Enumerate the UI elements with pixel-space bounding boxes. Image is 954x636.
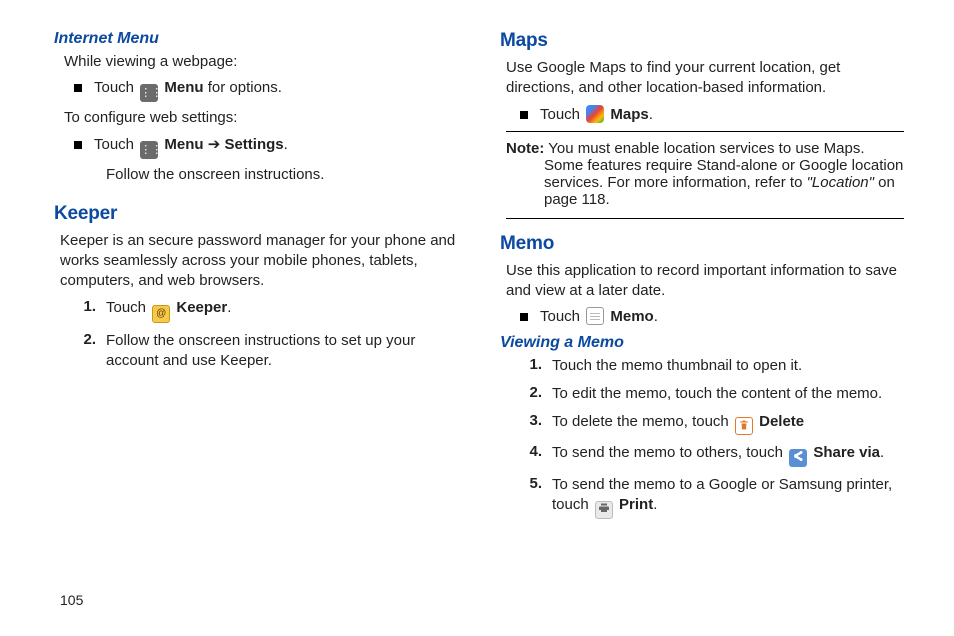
- grid-menu-icon: ⋮⋮: [140, 84, 158, 102]
- bullet-touch-menu-options: Touch ⋮⋮ Menu for options.: [74, 78, 458, 102]
- heading-internet-menu: Internet Menu: [54, 30, 458, 48]
- bullet-touch-menu-settings: Touch ⋮⋮ Menu ➔ Settings.: [74, 135, 458, 159]
- step-number: 1.: [520, 356, 542, 373]
- bullet-body: Touch Memo.: [540, 307, 904, 327]
- arrow-icon: ➔: [204, 136, 225, 153]
- heading-keeper: Keeper: [54, 203, 458, 225]
- label-keeper: Keeper: [176, 299, 227, 316]
- label-share-via: Share via: [813, 444, 880, 461]
- bullet-body: Touch Maps.: [540, 105, 904, 125]
- keeper-icon: @: [152, 305, 170, 323]
- step-1-view: 1. Touch the memo thumbnail to open it.: [520, 356, 904, 376]
- text: .: [649, 106, 653, 123]
- bullet-icon: [74, 141, 82, 149]
- text-while-viewing: While viewing a webpage:: [64, 52, 458, 72]
- step-body: To edit the memo, touch the content of t…: [552, 384, 904, 404]
- text: .: [284, 136, 288, 153]
- text: for options.: [204, 79, 282, 96]
- bullet-touch-memo: Touch Memo.: [520, 307, 904, 327]
- bullet-body: Touch ⋮⋮ Menu ➔ Settings.: [94, 135, 458, 159]
- step-number: 2.: [520, 384, 542, 401]
- step-1-keeper: 1. Touch @ Keeper.: [74, 298, 458, 323]
- step-2-keeper: 2. Follow the onscreen instructions to s…: [74, 331, 458, 372]
- step-body: Touch @ Keeper.: [106, 298, 458, 323]
- delete-icon: [735, 417, 753, 435]
- text-configure-settings: To configure web settings:: [64, 108, 458, 128]
- label-menu: Menu: [164, 79, 203, 96]
- text: .: [654, 308, 658, 325]
- text-follow-instructions: Follow the onscreen instructions.: [106, 165, 458, 185]
- bullet-touch-maps: Touch Maps.: [520, 105, 904, 125]
- step-number: 4.: [520, 443, 542, 460]
- text: Touch: [106, 299, 150, 316]
- step-number: 3.: [520, 412, 542, 429]
- step-body: Follow the onscreen instructions to set …: [106, 331, 458, 372]
- label-maps: Maps: [610, 106, 648, 123]
- label-print: Print: [619, 496, 653, 513]
- step-number: 5.: [520, 475, 542, 492]
- step-3-delete: 3. To delete the memo, touch Delete: [520, 412, 904, 435]
- memo-icon: [586, 307, 604, 325]
- step-body: To send the memo to a Google or Samsung …: [552, 475, 904, 519]
- text-keeper-intro: Keeper is an secure password manager for…: [60, 231, 458, 292]
- text: .: [227, 299, 231, 316]
- note-ref: "Location": [807, 174, 874, 191]
- heading-viewing-memo: Viewing a Memo: [500, 334, 904, 352]
- bullet-icon: [520, 111, 528, 119]
- bullet-icon: [74, 84, 82, 92]
- text: To send the memo to others, touch: [552, 444, 787, 461]
- text: Touch: [540, 106, 584, 123]
- text: .: [653, 496, 657, 513]
- note-block-maps: Note: You must enable location services …: [506, 131, 904, 219]
- bullet-icon: [520, 313, 528, 321]
- text: Touch: [540, 308, 584, 325]
- step-body: Touch the memo thumbnail to open it.: [552, 356, 904, 376]
- page-number: 105: [60, 592, 83, 608]
- step-2-edit: 2. To edit the memo, touch the content o…: [520, 384, 904, 404]
- note-text: Note: You must enable location services …: [506, 140, 904, 208]
- step-5-print: 5. To send the memo to a Google or Samsu…: [520, 475, 904, 519]
- heading-maps: Maps: [500, 30, 904, 52]
- maps-icon: [586, 105, 604, 123]
- text: To delete the memo, touch: [552, 413, 733, 430]
- bullet-body: Touch ⋮⋮ Menu for options.: [94, 78, 458, 102]
- print-icon: [595, 501, 613, 519]
- step-4-share: 4. To send the memo to others, touch Sha…: [520, 443, 904, 467]
- step-number: 2.: [74, 331, 96, 348]
- right-column: Maps Use Google Maps to find your curren…: [506, 30, 904, 527]
- step-body: To send the memo to others, touch Share …: [552, 443, 904, 467]
- grid-menu-icon: ⋮⋮: [140, 141, 158, 159]
- step-number: 1.: [74, 298, 96, 315]
- heading-memo: Memo: [500, 233, 904, 255]
- left-column: Internet Menu While viewing a webpage: T…: [60, 30, 458, 527]
- text-memo-intro: Use this application to record important…: [506, 261, 904, 302]
- two-column-layout: Internet Menu While viewing a webpage: T…: [60, 30, 904, 527]
- text: .: [880, 444, 884, 461]
- share-icon: [789, 449, 807, 467]
- label-memo: Memo: [610, 308, 653, 325]
- step-body: To delete the memo, touch Delete: [552, 412, 904, 435]
- label-delete: Delete: [759, 413, 804, 430]
- text: Touch: [94, 79, 138, 96]
- text: Touch: [94, 136, 138, 153]
- text-maps-intro: Use Google Maps to find your current loc…: [506, 58, 904, 99]
- label-settings: Settings: [224, 136, 283, 153]
- note-lead: Note:: [506, 140, 544, 157]
- label-menu: Menu: [164, 136, 203, 153]
